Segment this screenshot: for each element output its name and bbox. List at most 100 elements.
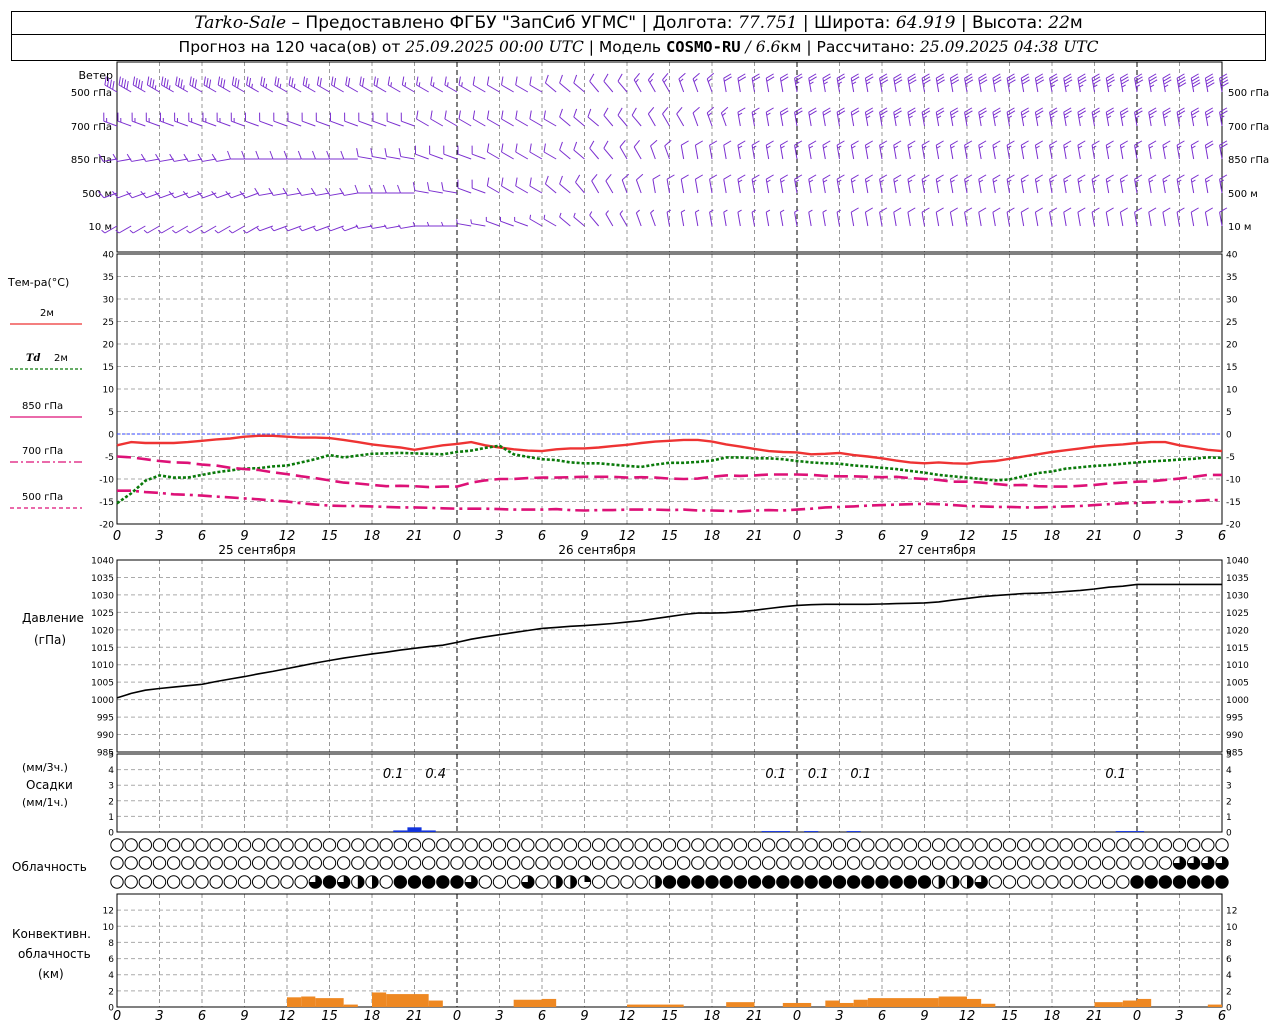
cloud-cover-symbol [464,875,478,889]
barb-feather [978,207,987,213]
barb-shaft [501,185,514,194]
barb-feather [633,139,640,148]
cloud-cover-symbol [1016,875,1031,889]
barb-half-feather [1191,179,1196,183]
hour-tick-label-bottom: 12 [959,1009,976,1024]
cloud-cover-symbol [577,838,592,852]
cloud-cover-symbol [691,875,705,889]
wind-barb [471,179,486,194]
barb-feather [237,79,240,89]
barb-shaft [559,149,571,160]
barb-feather [340,150,345,160]
cloud-circle [1144,838,1158,852]
cloud-cover-symbol [818,856,833,870]
barb-feather [529,177,532,187]
cloud-circle [492,875,507,889]
cloud-cover-symbol [988,838,1003,852]
barb-half-feather [851,179,856,183]
wind-barb [1176,140,1185,160]
meteogram-chart: Ветер500 гПа 500 гПа700 гПа 700 гПа850 гПа… [7,61,1269,1024]
barb-feather [1120,207,1129,213]
barb-feather [935,207,944,213]
cloud-circle [790,838,804,852]
wind-barb [1091,107,1101,127]
wind-barb [426,182,443,194]
barb-shaft [259,120,274,127]
barb-half-feather [1078,145,1083,149]
barb-feather [203,76,206,86]
barb-half-feather [1064,179,1069,183]
wind-barb [575,174,585,194]
cloud-cover-symbol [988,856,1003,870]
barb-feather [444,76,447,86]
wind-barb [529,76,543,93]
hour-tick-label: 12 [279,529,296,544]
wind-barb [1034,207,1044,227]
barb-shaft [529,84,543,93]
barb-half-feather [663,78,668,83]
barb-shaft [662,79,670,93]
barb-shaft [217,84,231,93]
barb-half-feather [707,78,712,83]
hour-tick-label: 0 [113,529,121,544]
barb-feather [559,74,563,84]
cloud-circle [379,856,393,870]
barb-half-feather [418,82,421,87]
hour-tick-label: 18 [364,529,381,544]
barb-half-feather [780,145,785,149]
wind-level-label: 700 гПа [71,122,112,133]
barb-half-feather [1035,179,1040,183]
barb-feather [589,73,595,82]
barb-feather [1134,140,1143,146]
cloud-circle [294,875,308,889]
cloud-circle [988,875,1003,889]
barb-shaft [822,212,826,227]
barb-half-feather [1163,145,1168,149]
wind-barb [573,108,585,127]
wind-barb [246,76,259,93]
barb-feather [359,76,362,86]
cloud-circle [988,838,1003,852]
wind-barb [559,108,571,127]
barb-shaft [1119,212,1124,227]
pressure-yaxis: 985 985990 990995 9951000 10001005 10051010 10… [91,557,1249,759]
cloud-cover-symbol [492,838,507,852]
wind-barb [169,153,188,162]
wind-barb [1006,174,1015,194]
cloud-circle [1158,875,1173,889]
barb-feather [288,76,291,86]
cloud-cover-symbol [308,838,323,852]
wind-barb [1077,174,1086,194]
cloud-cover-symbol [1201,856,1215,870]
barb-feather [515,110,518,120]
cloud-circle [662,875,677,889]
barb-shaft [131,158,146,162]
y-tick-label: 25 [103,318,114,328]
barb-half-feather [695,209,700,213]
hour-tick-label: 9 [240,529,248,544]
wind-barb [949,174,959,194]
wind-barb [1034,140,1044,160]
cloud-cover-symbol [804,856,818,870]
wind-barb [751,140,760,160]
barb-feather [921,207,930,213]
cloud-cover-symbol [776,838,790,852]
barb-half-feather [908,115,913,119]
barb-feather [978,140,987,146]
cloud-cover-symbol [251,875,266,889]
cloud-cover-symbol [464,838,478,852]
y-tick-label: 2 [108,797,114,807]
wind-level-label: 500 м [82,189,112,200]
barb-shaft [529,151,543,160]
cloud-cover-symbol [1186,856,1201,870]
wind-barb [1219,107,1228,127]
cloud-cover-symbol [138,875,153,889]
cloud-circle [1172,875,1187,889]
wind-barb [457,179,472,194]
barb-feather [695,174,704,180]
barb-shaft [635,179,642,194]
cloud-cover-symbol [761,856,776,870]
y-tick-label: 1025 [91,609,114,619]
y-tick-label: 1040 [1226,557,1249,567]
barb-feather [515,76,518,86]
